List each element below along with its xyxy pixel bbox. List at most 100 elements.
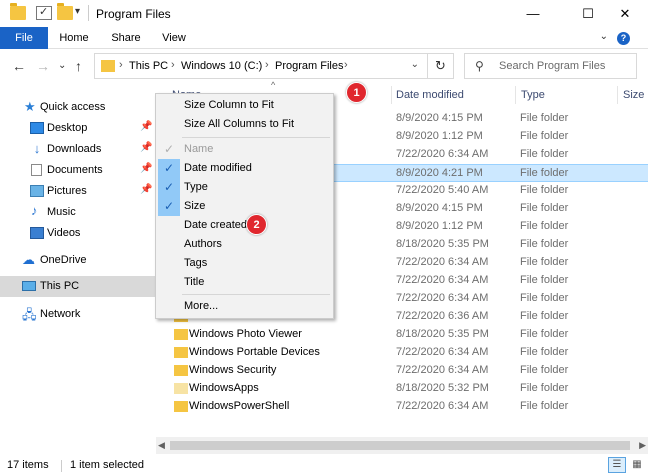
breadcrumb-this-pc[interactable]: This PC [129,60,168,72]
menu-item-size-all-columns-to-fit[interactable]: Size All Columns to Fit [158,115,332,134]
menu-item-title[interactable]: Title [158,273,332,292]
expand-ribbon-icon[interactable]: ⌄ [600,31,608,42]
menu-item-size[interactable]: ✓ Size [158,197,332,216]
file-type: File folder [520,292,569,304]
menu-separator [182,137,330,138]
menu-item-label: Size Column to Fit [184,99,274,111]
file-date-modified: 8/9/2020 4:15 PM [396,112,483,124]
refresh-button[interactable]: ↻ [427,54,453,78]
chevron-right-icon[interactable]: › [265,59,269,71]
folder-icon [174,329,188,340]
column-header-size[interactable]: Size [623,83,644,107]
folder-icon [174,383,188,394]
help-icon[interactable]: ? [617,32,630,45]
document-icon [31,164,42,176]
title-bar: ▾ Program Files — ☐ ✕ [0,0,648,27]
customize-toolbar-icon[interactable]: ▾ [75,6,80,17]
file-name: WindowsPowerShell [189,400,290,412]
file-type: File folder [520,328,569,340]
address-bar[interactable]: › This PC › Windows 10 (C:) › Program Fi… [94,53,454,79]
sidebar-item-quick-access[interactable]: ★ Quick access [0,97,155,118]
back-button[interactable]: ← [12,58,26,74]
column-divider[interactable] [515,86,516,104]
column-divider[interactable] [617,86,618,104]
status-bar: 17 items 1 item selected ☰ ▦ [0,455,648,476]
menu-item-type[interactable]: ✓ Type [158,178,332,197]
horizontal-scrollbar[interactable]: ◀ ▶ [156,437,648,454]
menu-item-label: Tags [184,257,208,269]
scroll-right-icon[interactable]: ▶ [639,440,646,451]
new-folder-icon[interactable] [57,3,73,20]
pin-icon: 📌 [140,142,153,153]
forward-button[interactable]: → [36,58,50,74]
tab-view[interactable]: View [152,27,196,49]
address-dropdown-icon[interactable]: ⌄ [411,59,419,70]
file-date-modified: 7/22/2020 6:36 AM [396,310,489,322]
recent-locations-button[interactable]: ⌄ [58,60,66,71]
table-row[interactable]: WindowsPowerShell 7/22/2020 6:34 AM File f… [156,398,648,416]
column-header-type[interactable]: Type [521,83,545,107]
scrollbar-thumb[interactable] [170,441,630,450]
file-name: Windows Photo Viewer [189,328,302,340]
sidebar-item-this-pc[interactable]: This PC [0,276,155,297]
breadcrumb-drive[interactable]: Windows 10 (C:) [181,60,262,72]
table-row[interactable]: Windows Photo Viewer 8/18/2020 5:35 PM Fil… [156,326,648,344]
file-type: File folder [520,148,569,160]
sidebar-item-network[interactable]: 🖧 Network [0,304,155,325]
column-divider[interactable] [391,86,392,104]
sidebar-item-label: OneDrive [40,254,87,266]
large-icons-view-icon[interactable]: ▦ [628,457,646,473]
sidebar-item-label: Videos [47,227,81,239]
menu-item-authors[interactable]: Authors [158,235,332,254]
details-view-icon[interactable]: ☰ [608,457,626,473]
sidebar-item-label: Music [47,206,76,218]
menu-item-more[interactable]: More... [158,297,332,316]
folder-icon [101,60,115,72]
properties-icon[interactable] [36,5,52,20]
menu-item-date-created[interactable]: Date created [158,216,332,235]
chevron-right-icon[interactable]: › [344,59,348,71]
tab-file[interactable]: File [0,27,48,49]
column-header-date-modified[interactable]: Date modified [396,83,464,107]
file-type: File folder [520,346,569,358]
selection-count: 1 item selected [70,459,144,471]
up-button[interactable]: ↑ [75,58,82,74]
videos-icon [30,227,44,239]
breadcrumb-program-files[interactable]: Program Files [275,60,343,72]
star-icon: ★ [24,99,36,114]
search-input[interactable]: Search Program Files [499,60,605,72]
pictures-icon [30,185,44,197]
divider [88,5,89,21]
sidebar-item-label: Desktop [47,122,88,134]
menu-item-label: Date modified [184,162,252,174]
sidebar-item-documents[interactable]: Documents 📌 [0,160,155,181]
sidebar-item-desktop[interactable]: Desktop 📌 [0,118,155,139]
search-box[interactable]: ⚲ Search Program Files [464,53,637,79]
tab-share[interactable]: Share [104,27,148,49]
chevron-right-icon[interactable]: › [171,59,175,71]
menu-item-label: Title [184,276,205,288]
file-type: File folder [520,274,569,286]
sidebar-item-pictures[interactable]: Pictures 📌 [0,181,155,202]
minimize-button[interactable]: — [510,0,556,27]
table-row[interactable]: Windows Portable Devices 7/22/2020 6:34 A… [156,344,648,362]
menu-item-size-column-to-fit[interactable]: Size Column to Fit [158,96,332,115]
close-button[interactable]: ✕ [602,0,648,27]
table-row[interactable]: WindowsApps 8/18/2020 5:32 PM File folder [156,380,648,398]
sidebar-item-downloads[interactable]: ↓ Downloads 📌 [0,139,155,160]
download-icon: ↓ [33,141,41,156]
sidebar-item-music[interactable]: ♪ Music [0,202,155,223]
menu-item-tags[interactable]: Tags [158,254,332,273]
scroll-left-icon[interactable]: ◀ [158,440,165,451]
file-date-modified: 7/22/2020 6:34 AM [396,400,489,412]
menu-separator [182,294,330,295]
tab-home[interactable]: Home [52,27,96,49]
sidebar-item-onedrive[interactable]: ☁ OneDrive [0,250,155,271]
window-title: Program Files [96,7,171,21]
callout-badge-1: 1 [346,82,367,103]
chevron-right-icon[interactable]: › [119,59,123,71]
menu-item-date-modified[interactable]: ✓ Date modified [158,159,332,178]
table-row[interactable]: Windows Security 7/22/2020 6:34 AM File fo… [156,362,648,380]
sidebar-item-videos[interactable]: Videos [0,223,155,244]
cloud-icon: ☁ [22,252,35,267]
